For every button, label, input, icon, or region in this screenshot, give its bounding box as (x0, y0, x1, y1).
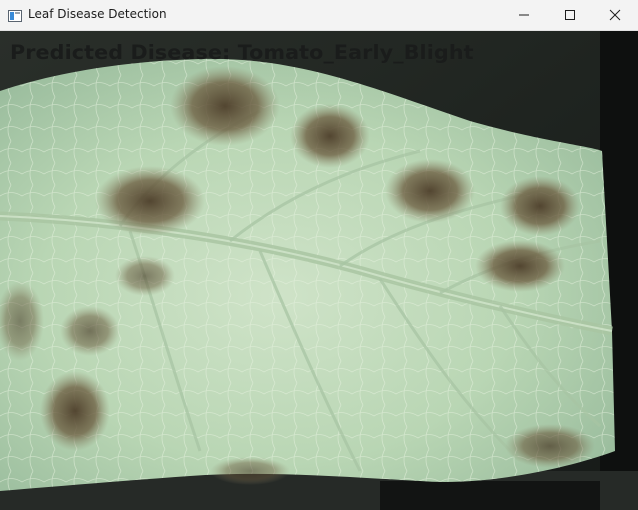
window-title: Leaf Disease Detection (28, 7, 167, 21)
window-app-icon (8, 8, 22, 22)
title-bar[interactable]: Leaf Disease Detection (0, 0, 638, 31)
minimize-button[interactable] (501, 0, 547, 30)
minimize-icon (518, 9, 530, 21)
close-icon (609, 9, 621, 21)
prediction-label: Predicted Disease: Tomato_Early_Blight (10, 41, 474, 64)
tomato-leaf-image (0, 31, 638, 510)
close-button[interactable] (592, 0, 638, 30)
app-window: Leaf Disease Detection Predicted Disease… (0, 0, 638, 510)
maximize-button[interactable] (547, 0, 593, 30)
camera-feed (0, 31, 638, 510)
maximize-icon (564, 9, 576, 21)
